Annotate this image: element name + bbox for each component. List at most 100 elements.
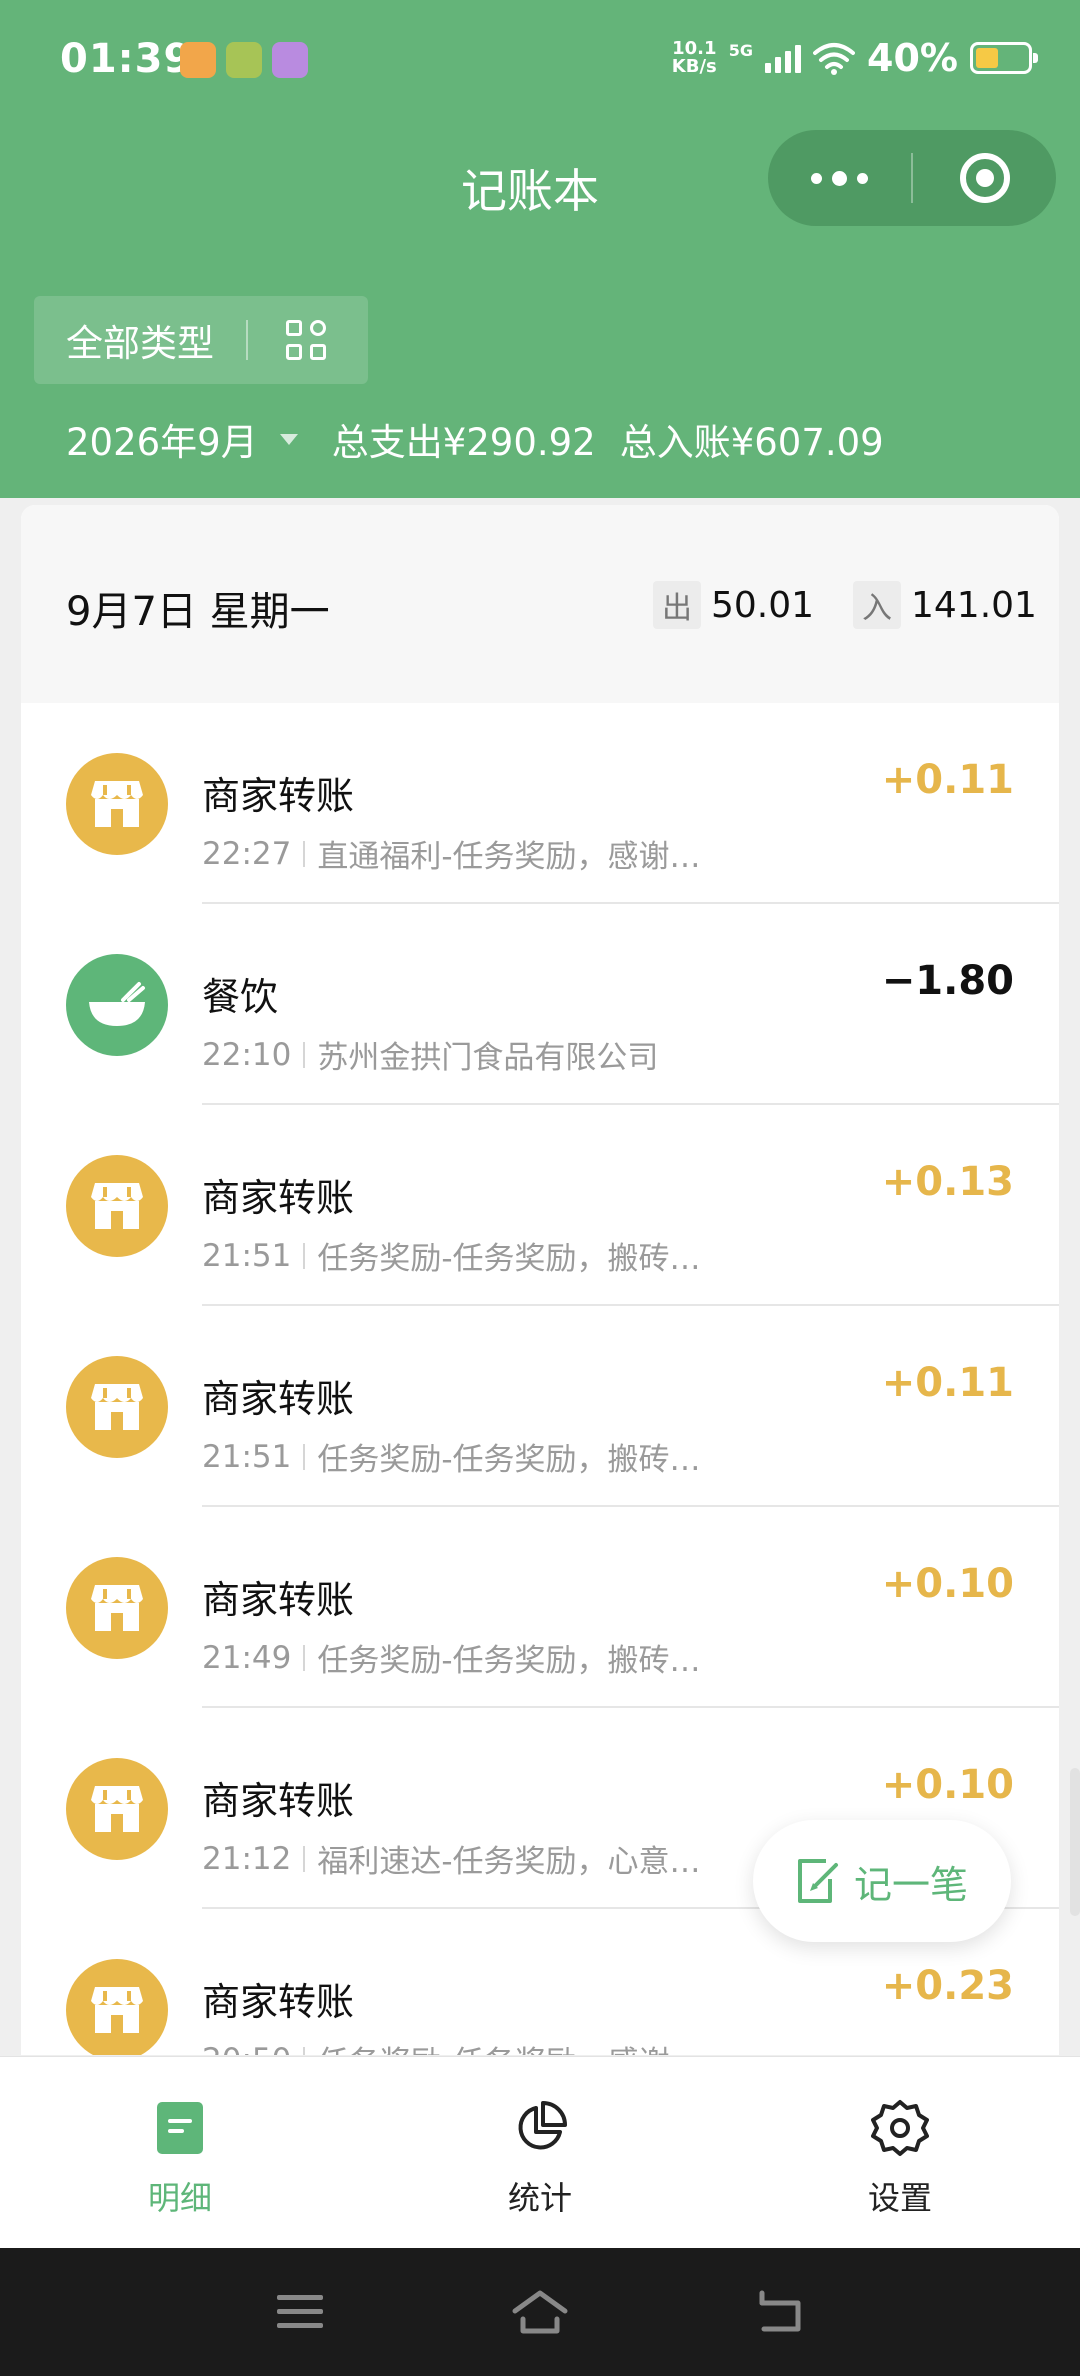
transaction-meta: 21:12 福利速达-任务奖励，心意…: [202, 1836, 701, 1881]
transaction-desc: 任务奖励-任务奖励，搬砖…: [317, 1241, 701, 1277]
transaction-meta: 21:49 任务奖励-任务奖励，搬砖…: [202, 1635, 701, 1680]
month-selector[interactable]: 2026年9月: [66, 412, 258, 466]
transaction-row[interactable]: 商家转账 21:51 任务奖励-任务奖励，搬砖… +0.11: [21, 1306, 1059, 1507]
more-options-button[interactable]: [768, 130, 911, 226]
battery-percent: 40%: [867, 36, 958, 80]
transaction-meta: 21:51 任务奖励-任务奖励，搬砖…: [202, 1434, 701, 1479]
transaction-meta: 22:10 苏州金拱门食品有限公司: [202, 1032, 658, 1077]
transaction-meta: 22:27 直通福利-任务奖励，感谢…: [202, 831, 701, 876]
status-indicators: 10.1 KB/s 5G 40%: [672, 36, 1038, 80]
tab-settings[interactable]: 设置: [780, 2057, 1020, 2249]
grid-icon: [286, 320, 326, 360]
transaction-time: 21:51: [202, 1438, 292, 1475]
network-type: 5G: [728, 40, 754, 60]
edit-icon: [797, 1859, 838, 1903]
month-summary: 2026年9月 总支出¥290.92 总入账¥607.09: [66, 412, 884, 466]
add-record-label: 记一笔: [853, 1862, 968, 1907]
transaction-category: 餐饮: [202, 975, 279, 1019]
transaction-category: 商家转账: [202, 1980, 355, 2024]
type-filter-button[interactable]: 全部类型: [34, 296, 368, 384]
bottom-tab-bar: 明细 统计 设置: [0, 2056, 1080, 2248]
transaction-time: 20:50: [202, 2042, 291, 2056]
transaction-category: 商家转账: [202, 1377, 355, 1421]
transaction-desc: 任务奖励-任务奖励，搬砖…: [317, 1643, 701, 1679]
transaction-row[interactable]: 商家转账 22:27 直通福利-任务奖励，感谢… +0.11: [21, 703, 1059, 904]
transaction-time: 21:51: [202, 1237, 292, 1274]
menu-button[interactable]: [268, 2284, 332, 2340]
day-income-value: 141.01: [911, 584, 1037, 626]
transaction-row[interactable]: 餐饮 22:10 苏州金拱门食品有限公司 −1.80: [21, 904, 1059, 1105]
store-icon: [66, 1758, 168, 1860]
meta-divider: [303, 1242, 306, 1269]
store-icon: [66, 1155, 168, 1257]
day-income: 入 141.01: [853, 581, 1037, 629]
store-icon: [66, 753, 168, 855]
app-header: 01:39 10.1 KB/s 5G 40% 记账本 全部类型 2026年9月 …: [0, 0, 1080, 498]
transaction-desc: 任务奖励-任务奖励，感谢…: [317, 2037, 700, 2055]
day-expense-value: 50.01: [711, 584, 815, 626]
pie-chart-icon: [509, 2097, 571, 2159]
battery-icon: [970, 42, 1038, 74]
transaction-amount: +0.23: [881, 1963, 1014, 2009]
day-header: 9月7日 星期一 出 50.01 入 141.01: [21, 505, 1059, 703]
transaction-meta: 21:51 任务奖励-任务奖励，搬砖…: [202, 1233, 701, 1278]
transaction-row[interactable]: 商家转账 21:51 任务奖励-任务奖励，搬砖… +0.13: [21, 1105, 1059, 1306]
transaction-row[interactable]: 商家转账 21:49 任务奖励-任务奖励，搬砖… +0.10: [21, 1507, 1059, 1708]
tab-details-label: 明细: [147, 2179, 212, 2217]
transaction-time: 22:10: [202, 1036, 292, 1073]
signal-icon: [765, 43, 802, 73]
store-icon: [66, 1959, 168, 2055]
transaction-desc: 苏州金拱门食品有限公司: [317, 1040, 659, 1076]
transaction-amount: +0.11: [881, 757, 1014, 803]
app-notification-icon: [272, 42, 308, 78]
scrollbar[interactable]: [1070, 1768, 1080, 1916]
wifi-icon: [813, 43, 856, 75]
tab-details[interactable]: 明细: [60, 2057, 300, 2249]
gear-icon: [869, 2097, 931, 2159]
notification-icons: [180, 42, 308, 78]
meta-divider: [303, 1644, 306, 1671]
caret-down-icon[interactable]: [279, 433, 298, 445]
expense-tag: 出: [653, 581, 701, 629]
store-icon: [66, 1356, 168, 1458]
transaction-time: 22:27: [202, 835, 292, 872]
transaction-amount: +0.11: [881, 1360, 1014, 1406]
transaction-amount: +0.10: [881, 1561, 1014, 1607]
dot-icon: [811, 172, 822, 184]
net-speed: 10.1 KB/s: [672, 40, 717, 76]
status-time: 01:39: [60, 36, 193, 82]
close-miniprogram-button[interactable]: [913, 130, 1056, 226]
net-speed-unit: KB/s: [671, 56, 717, 77]
day-expense: 出 50.01: [653, 581, 814, 629]
miniprogram-capsule: [768, 130, 1056, 226]
total-income: 总入账¥607.09: [619, 421, 884, 464]
transaction-category: 商家转账: [202, 1176, 355, 1220]
tab-stats-label: 统计: [507, 2179, 572, 2217]
transaction-amount: −1.80: [881, 958, 1014, 1004]
document-icon: [149, 2097, 211, 2159]
tab-settings-label: 设置: [867, 2179, 932, 2217]
menu-icon: [277, 2295, 323, 2328]
transaction-meta: 20:50 任务奖励-任务奖励，感谢…: [202, 2037, 701, 2055]
home-button[interactable]: [508, 2284, 572, 2340]
meta-divider: [303, 1041, 306, 1068]
back-button[interactable]: [748, 2284, 812, 2340]
meta-divider: [303, 1845, 306, 1872]
transaction-category: 商家转账: [202, 1779, 355, 1823]
status-bar: 01:39 10.1 KB/s 5G 40%: [0, 0, 1080, 120]
transaction-desc: 任务奖励-任务奖励，搬砖…: [317, 1442, 701, 1478]
tab-stats[interactable]: 统计: [420, 2057, 660, 2249]
transaction-category: 商家转账: [202, 774, 355, 818]
back-icon: [759, 2290, 801, 2332]
bowl-icon: [66, 954, 168, 1056]
add-record-button[interactable]: 记一笔: [753, 1820, 1011, 1942]
transaction-amount: +0.13: [881, 1159, 1014, 1205]
home-icon: [512, 2290, 568, 2334]
filter-divider: [246, 320, 248, 360]
transaction-amount: +0.10: [881, 1762, 1014, 1808]
dot-icon: [857, 172, 868, 184]
meta-divider: [303, 1443, 306, 1470]
day-title: 9月7日 星期一: [66, 589, 330, 635]
transaction-category: 商家转账: [202, 1578, 355, 1622]
meta-divider: [303, 2046, 306, 2055]
